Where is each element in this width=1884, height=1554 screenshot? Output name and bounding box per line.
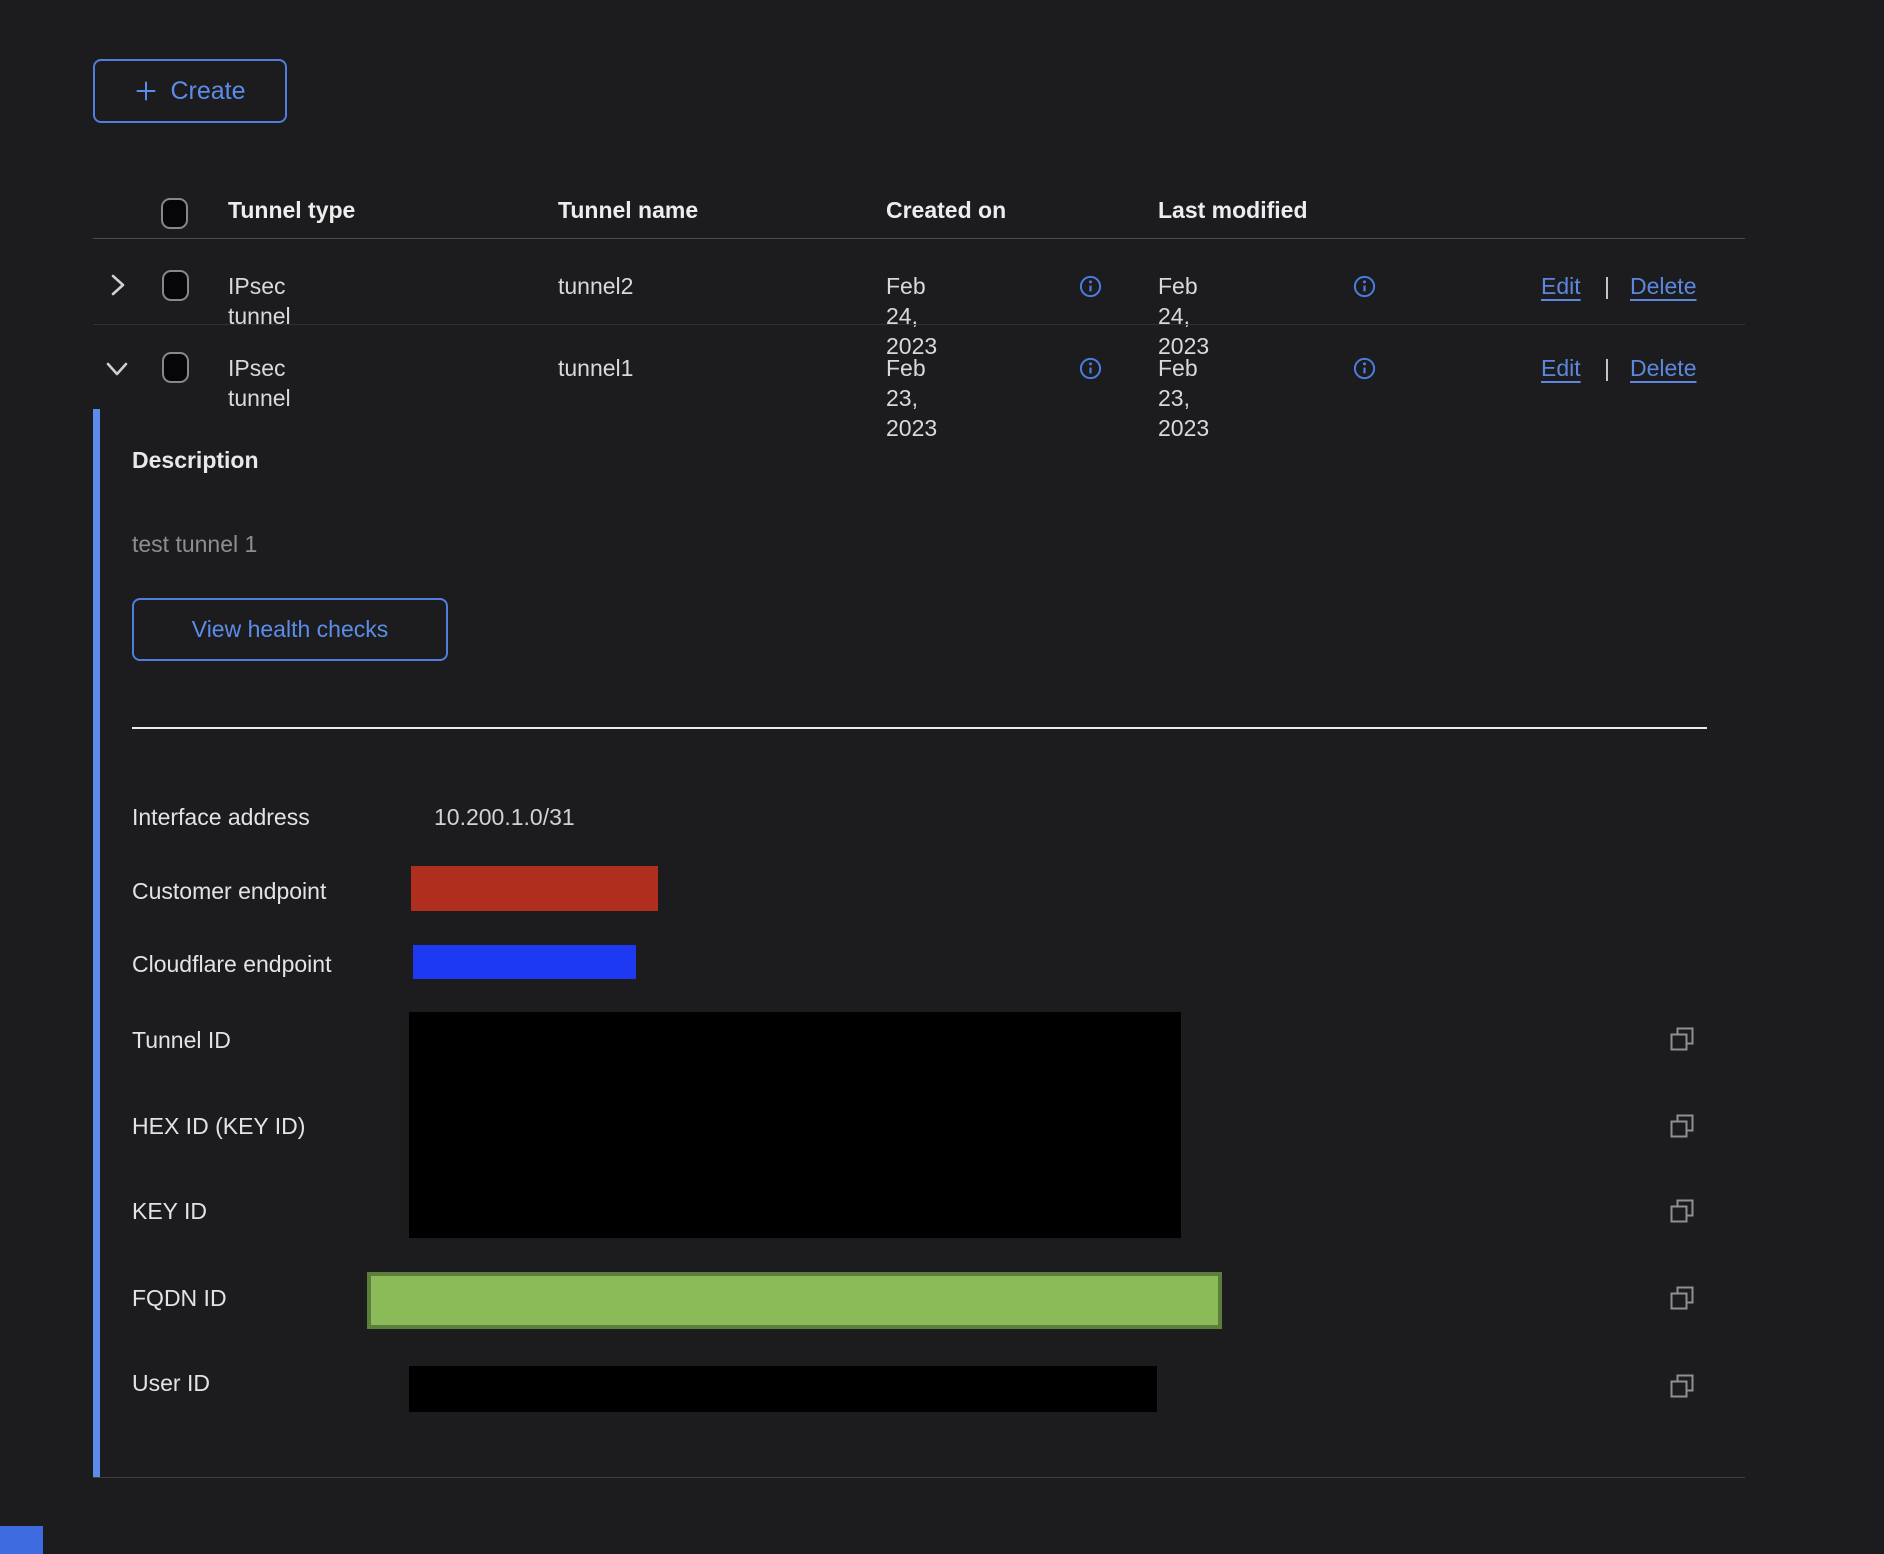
column-header-tunnel-type: Tunnel type — [228, 196, 355, 224]
section-divider — [132, 727, 1707, 729]
tunnel-name-cell: tunnel1 — [558, 353, 633, 383]
edit-link[interactable]: Edit — [1541, 271, 1581, 301]
cloudflare-endpoint-label: Cloudflare endpoint — [132, 950, 331, 978]
tunnels-page: Create Tunnel type Tunnel name Created o… — [0, 0, 1884, 1554]
description-label: Description — [132, 446, 259, 474]
action-separator: | — [1604, 271, 1610, 301]
create-button-label: Create — [170, 77, 245, 106]
delete-link[interactable]: Delete — [1630, 353, 1696, 383]
interface-address-value: 10.200.1.0/31 — [434, 803, 575, 831]
created-on-cell: Feb 23, 2023 — [886, 353, 937, 443]
user-id-label: User ID — [132, 1369, 210, 1397]
row-checkbox[interactable] — [162, 352, 189, 383]
info-icon[interactable] — [1353, 357, 1376, 380]
expanded-row-bottom-divider — [93, 1477, 1745, 1478]
row-divider — [93, 324, 1745, 325]
column-header-tunnel-name: Tunnel name — [558, 196, 698, 224]
key-id-label: KEY ID — [132, 1197, 207, 1225]
copy-user-id-button[interactable] — [1668, 1372, 1696, 1400]
copy-key-id-button[interactable] — [1668, 1197, 1696, 1225]
create-button[interactable]: Create — [93, 59, 287, 123]
select-all-checkbox[interactable] — [161, 198, 188, 229]
expanded-row-accent-bar — [93, 409, 100, 1478]
info-icon[interactable] — [1353, 275, 1376, 298]
description-value: test tunnel 1 — [132, 530, 257, 558]
chevron-right-icon[interactable] — [107, 272, 129, 298]
last-modified-cell: Feb 24, 2023 — [1158, 271, 1209, 361]
interface-address-label: Interface address — [132, 803, 310, 831]
copy-icon — [1668, 1128, 1696, 1143]
fqdn-id-redaction — [367, 1272, 1222, 1329]
user-id-redaction — [409, 1366, 1157, 1412]
edit-link[interactable]: Edit — [1541, 353, 1581, 383]
copy-icon — [1668, 1388, 1696, 1403]
column-header-last-modified: Last modified — [1158, 196, 1308, 224]
created-on-cell: Feb 24, 2023 — [886, 271, 937, 361]
delete-link[interactable]: Delete — [1630, 271, 1696, 301]
bottom-left-accent — [0, 1526, 43, 1554]
customer-endpoint-label: Customer endpoint — [132, 877, 326, 905]
last-modified-cell: Feb 23, 2023 — [1158, 353, 1209, 443]
cloudflare-endpoint-redaction — [413, 945, 636, 979]
customer-endpoint-redaction — [411, 866, 658, 911]
tunnel-id-label: Tunnel ID — [132, 1026, 231, 1054]
copy-icon — [1668, 1213, 1696, 1228]
info-icon[interactable] — [1079, 357, 1102, 380]
info-icon[interactable] — [1079, 275, 1102, 298]
copy-icon — [1668, 1300, 1696, 1315]
copy-tunnel-id-button[interactable] — [1668, 1025, 1696, 1053]
action-separator: | — [1604, 353, 1610, 383]
copy-fqdn-id-button[interactable] — [1668, 1284, 1696, 1312]
fqdn-id-label: FQDN ID — [132, 1284, 227, 1312]
tunnel-name-cell: tunnel2 — [558, 271, 633, 301]
view-health-checks-label: View health checks — [192, 616, 388, 643]
copy-icon — [1668, 1041, 1696, 1056]
tunnel-id-redaction — [409, 1012, 1181, 1238]
plus-icon — [134, 79, 158, 103]
header-divider — [93, 238, 1745, 239]
hex-id-label: HEX ID (KEY ID) — [132, 1112, 305, 1140]
view-health-checks-button[interactable]: View health checks — [132, 598, 448, 661]
tunnel-type-cell: IPsec tunnel — [228, 271, 291, 331]
tunnel-type-cell: IPsec tunnel — [228, 353, 291, 413]
chevron-down-icon[interactable] — [104, 358, 130, 380]
column-header-created-on: Created on — [886, 196, 1006, 224]
copy-hex-id-button[interactable] — [1668, 1112, 1696, 1140]
row-checkbox[interactable] — [162, 270, 189, 301]
